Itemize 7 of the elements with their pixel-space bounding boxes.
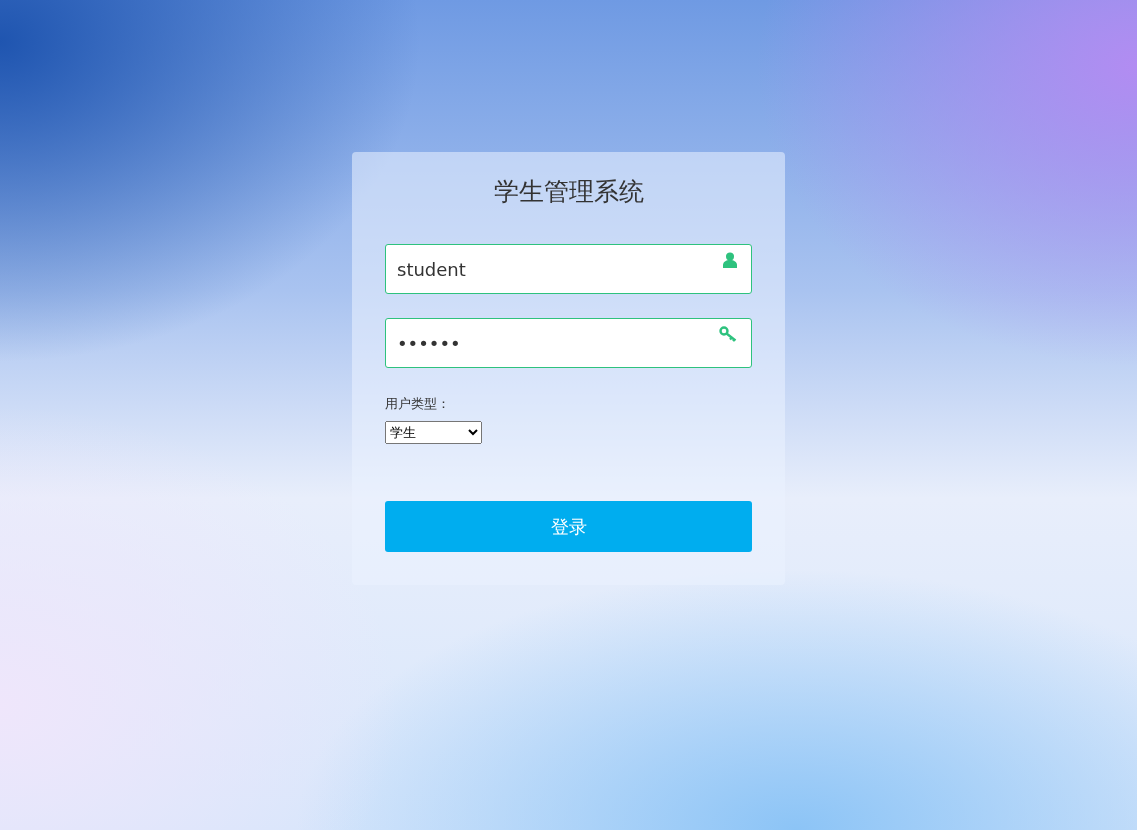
user-type-select[interactable]: 学生	[385, 421, 482, 444]
user-icon	[723, 252, 737, 268]
user-type-label: 用户类型：	[385, 395, 450, 413]
password-field[interactable]: ••••••	[385, 318, 752, 368]
key-icon	[719, 326, 737, 342]
username-field[interactable]: student	[385, 244, 752, 294]
system-title: 学生管理系统	[492, 176, 645, 208]
